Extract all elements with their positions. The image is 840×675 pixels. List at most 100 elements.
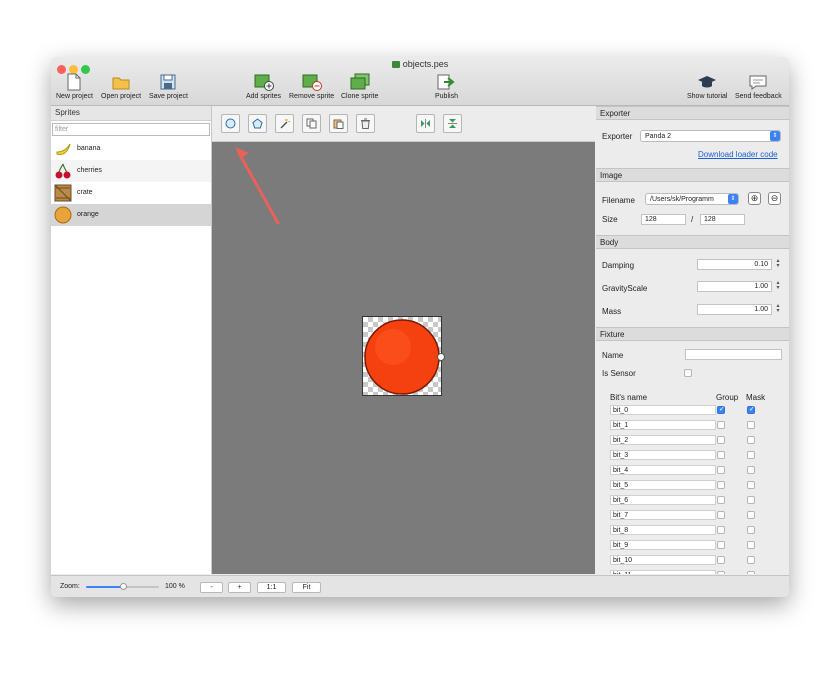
bit-name-field[interactable]: bit_0	[610, 405, 716, 415]
fixture-name-label: Name	[602, 351, 624, 360]
zoom-fit-button[interactable]: Fit	[292, 582, 321, 593]
open-project-button[interactable]: Open project	[101, 73, 141, 100]
sprite-preview[interactable]	[362, 316, 445, 396]
sprite-filter-input[interactable]: filter	[52, 123, 210, 136]
bit-group-checkbox[interactable]	[717, 405, 725, 414]
bit-group-checkbox[interactable]	[717, 466, 725, 474]
bit-name-field[interactable]: bit_2	[610, 435, 716, 445]
bit-name-field[interactable]: bit_3	[610, 450, 716, 460]
bit-group-checkbox[interactable]	[717, 556, 725, 564]
clone-sprite-button[interactable]: Clone sprite	[341, 73, 378, 100]
graduation-cap-icon	[698, 76, 717, 88]
delete-tool-button[interactable]	[356, 114, 375, 133]
image-header: Image	[596, 168, 789, 182]
polygon-tool-button[interactable]	[248, 114, 267, 133]
gravity-scale-label: GravityScale	[602, 284, 648, 293]
zoom-in-button[interactable]: +	[228, 582, 251, 593]
zoom-actual-size-button[interactable]: 1:1	[257, 582, 286, 593]
bit-group-checkbox[interactable]	[717, 421, 725, 429]
is-sensor-label: Is Sensor	[602, 369, 636, 378]
bit-name-field[interactable]: bit_5	[610, 480, 716, 490]
sprite-editor-canvas[interactable]	[212, 106, 595, 574]
mask-header: Mask	[746, 393, 766, 402]
bit-group-checkbox[interactable]	[717, 541, 725, 549]
bit-mask-checkbox[interactable]	[747, 541, 755, 549]
flip-vertical-button[interactable]	[443, 114, 462, 133]
bit-mask-checkbox[interactable]	[747, 511, 755, 519]
sprite-item-banana[interactable]: banana	[51, 138, 211, 160]
new-file-icon	[67, 73, 81, 91]
bit-name-field[interactable]: bit_9	[610, 540, 716, 550]
bit-mask-checkbox[interactable]	[747, 436, 755, 444]
damping-field[interactable]: 0.10	[697, 259, 772, 270]
crate-icon	[54, 184, 72, 202]
bit-group-checkbox[interactable]	[717, 496, 725, 504]
bit-group-checkbox[interactable]	[717, 526, 725, 534]
show-tutorial-button[interactable]: Show tutorial	[687, 73, 727, 100]
window-title: objects.pes	[51, 59, 789, 69]
bit-group-checkbox[interactable]	[717, 571, 725, 574]
damping-stepper[interactable]: ▴ ▾	[775, 258, 781, 270]
remove-sprite-button[interactable]: Remove sprite	[289, 73, 334, 100]
bit-mask-checkbox[interactable]	[747, 556, 755, 564]
sprite-item-crate[interactable]: crate	[51, 182, 211, 204]
mass-field[interactable]: 1.00	[697, 304, 772, 315]
bit-mask-checkbox[interactable]	[747, 421, 755, 429]
bit-mask-checkbox[interactable]	[747, 405, 755, 414]
collider-handle[interactable]	[437, 353, 445, 361]
mass-stepper[interactable]: ▴ ▾	[775, 303, 781, 315]
zoom-out-button[interactable]: -	[200, 582, 223, 593]
bit-mask-checkbox[interactable]	[747, 496, 755, 504]
bit-name-field[interactable]: bit_6	[610, 495, 716, 505]
bit-mask-checkbox[interactable]	[747, 481, 755, 489]
save-project-button[interactable]: Save project	[149, 73, 188, 100]
bit-name-field[interactable]: bit_4	[610, 465, 716, 475]
send-feedback-button[interactable]: Send feedback	[735, 73, 782, 100]
bit-mask-checkbox[interactable]	[747, 466, 755, 474]
bit-mask-checkbox[interactable]	[747, 451, 755, 459]
sprite-item-orange[interactable]: orange	[51, 204, 211, 226]
magic-wand-tool-button[interactable]	[275, 114, 294, 133]
title-bar: objects.pes New project Open project Sav…	[51, 57, 789, 106]
bit-group-checkbox[interactable]	[717, 511, 725, 519]
height-field[interactable]: 128	[700, 214, 745, 225]
publish-button[interactable]: Publish	[435, 73, 458, 100]
download-loader-link[interactable]: Download loader code	[698, 150, 778, 159]
bit-group-checkbox[interactable]	[717, 436, 725, 444]
minus-icon: ⊖	[770, 193, 779, 203]
zoom-slider-knob[interactable]	[119, 583, 127, 590]
flip-horizontal-button[interactable]	[416, 114, 435, 133]
fixture-name-field[interactable]	[685, 349, 782, 360]
folder-icon	[112, 77, 130, 90]
gravity-scale-stepper[interactable]: ▴ ▾	[775, 280, 781, 292]
width-field[interactable]: 128	[641, 214, 686, 225]
paste-tool-button[interactable]	[329, 114, 348, 133]
circle-tool-button[interactable]	[221, 114, 240, 133]
sprite-item-cherries[interactable]: cherries	[51, 160, 211, 182]
zoom-bar: Zoom: 100 % - + 1:1 Fit	[51, 575, 789, 597]
exporter-select[interactable]: Panda 2 ⇕	[640, 130, 781, 142]
bit-group-checkbox[interactable]	[717, 481, 725, 489]
gravity-scale-field[interactable]: 1.00	[697, 281, 772, 292]
is-sensor-checkbox[interactable]	[684, 369, 692, 377]
add-image-button[interactable]: ⊕	[748, 192, 761, 205]
bit-name-field[interactable]: bit_7	[610, 510, 716, 520]
zoom-slider[interactable]	[86, 583, 159, 590]
bit-name-field[interactable]: bit_11	[610, 570, 716, 574]
remove-image-button[interactable]: ⊖	[768, 192, 781, 205]
add-sprites-button[interactable]: Add sprites	[246, 73, 281, 100]
paste-icon	[333, 119, 344, 129]
bit-name-field[interactable]: bit_1	[610, 420, 716, 430]
copy-tool-button[interactable]	[302, 114, 321, 133]
size-label: Size	[602, 215, 618, 224]
bit-mask-checkbox[interactable]	[747, 571, 755, 574]
bit-name-field[interactable]: bit_10	[610, 555, 716, 565]
new-project-button[interactable]: New project	[56, 73, 93, 100]
bit-mask-checkbox[interactable]	[747, 526, 755, 534]
document-icon	[391, 61, 400, 68]
filename-select[interactable]: /Users/sk/Programm ⇕	[645, 193, 739, 205]
bit-group-checkbox[interactable]	[717, 451, 725, 459]
pointer-arrow-annotation	[235, 147, 280, 225]
bit-name-field[interactable]: bit_8	[610, 525, 716, 535]
trash-icon	[361, 118, 370, 129]
